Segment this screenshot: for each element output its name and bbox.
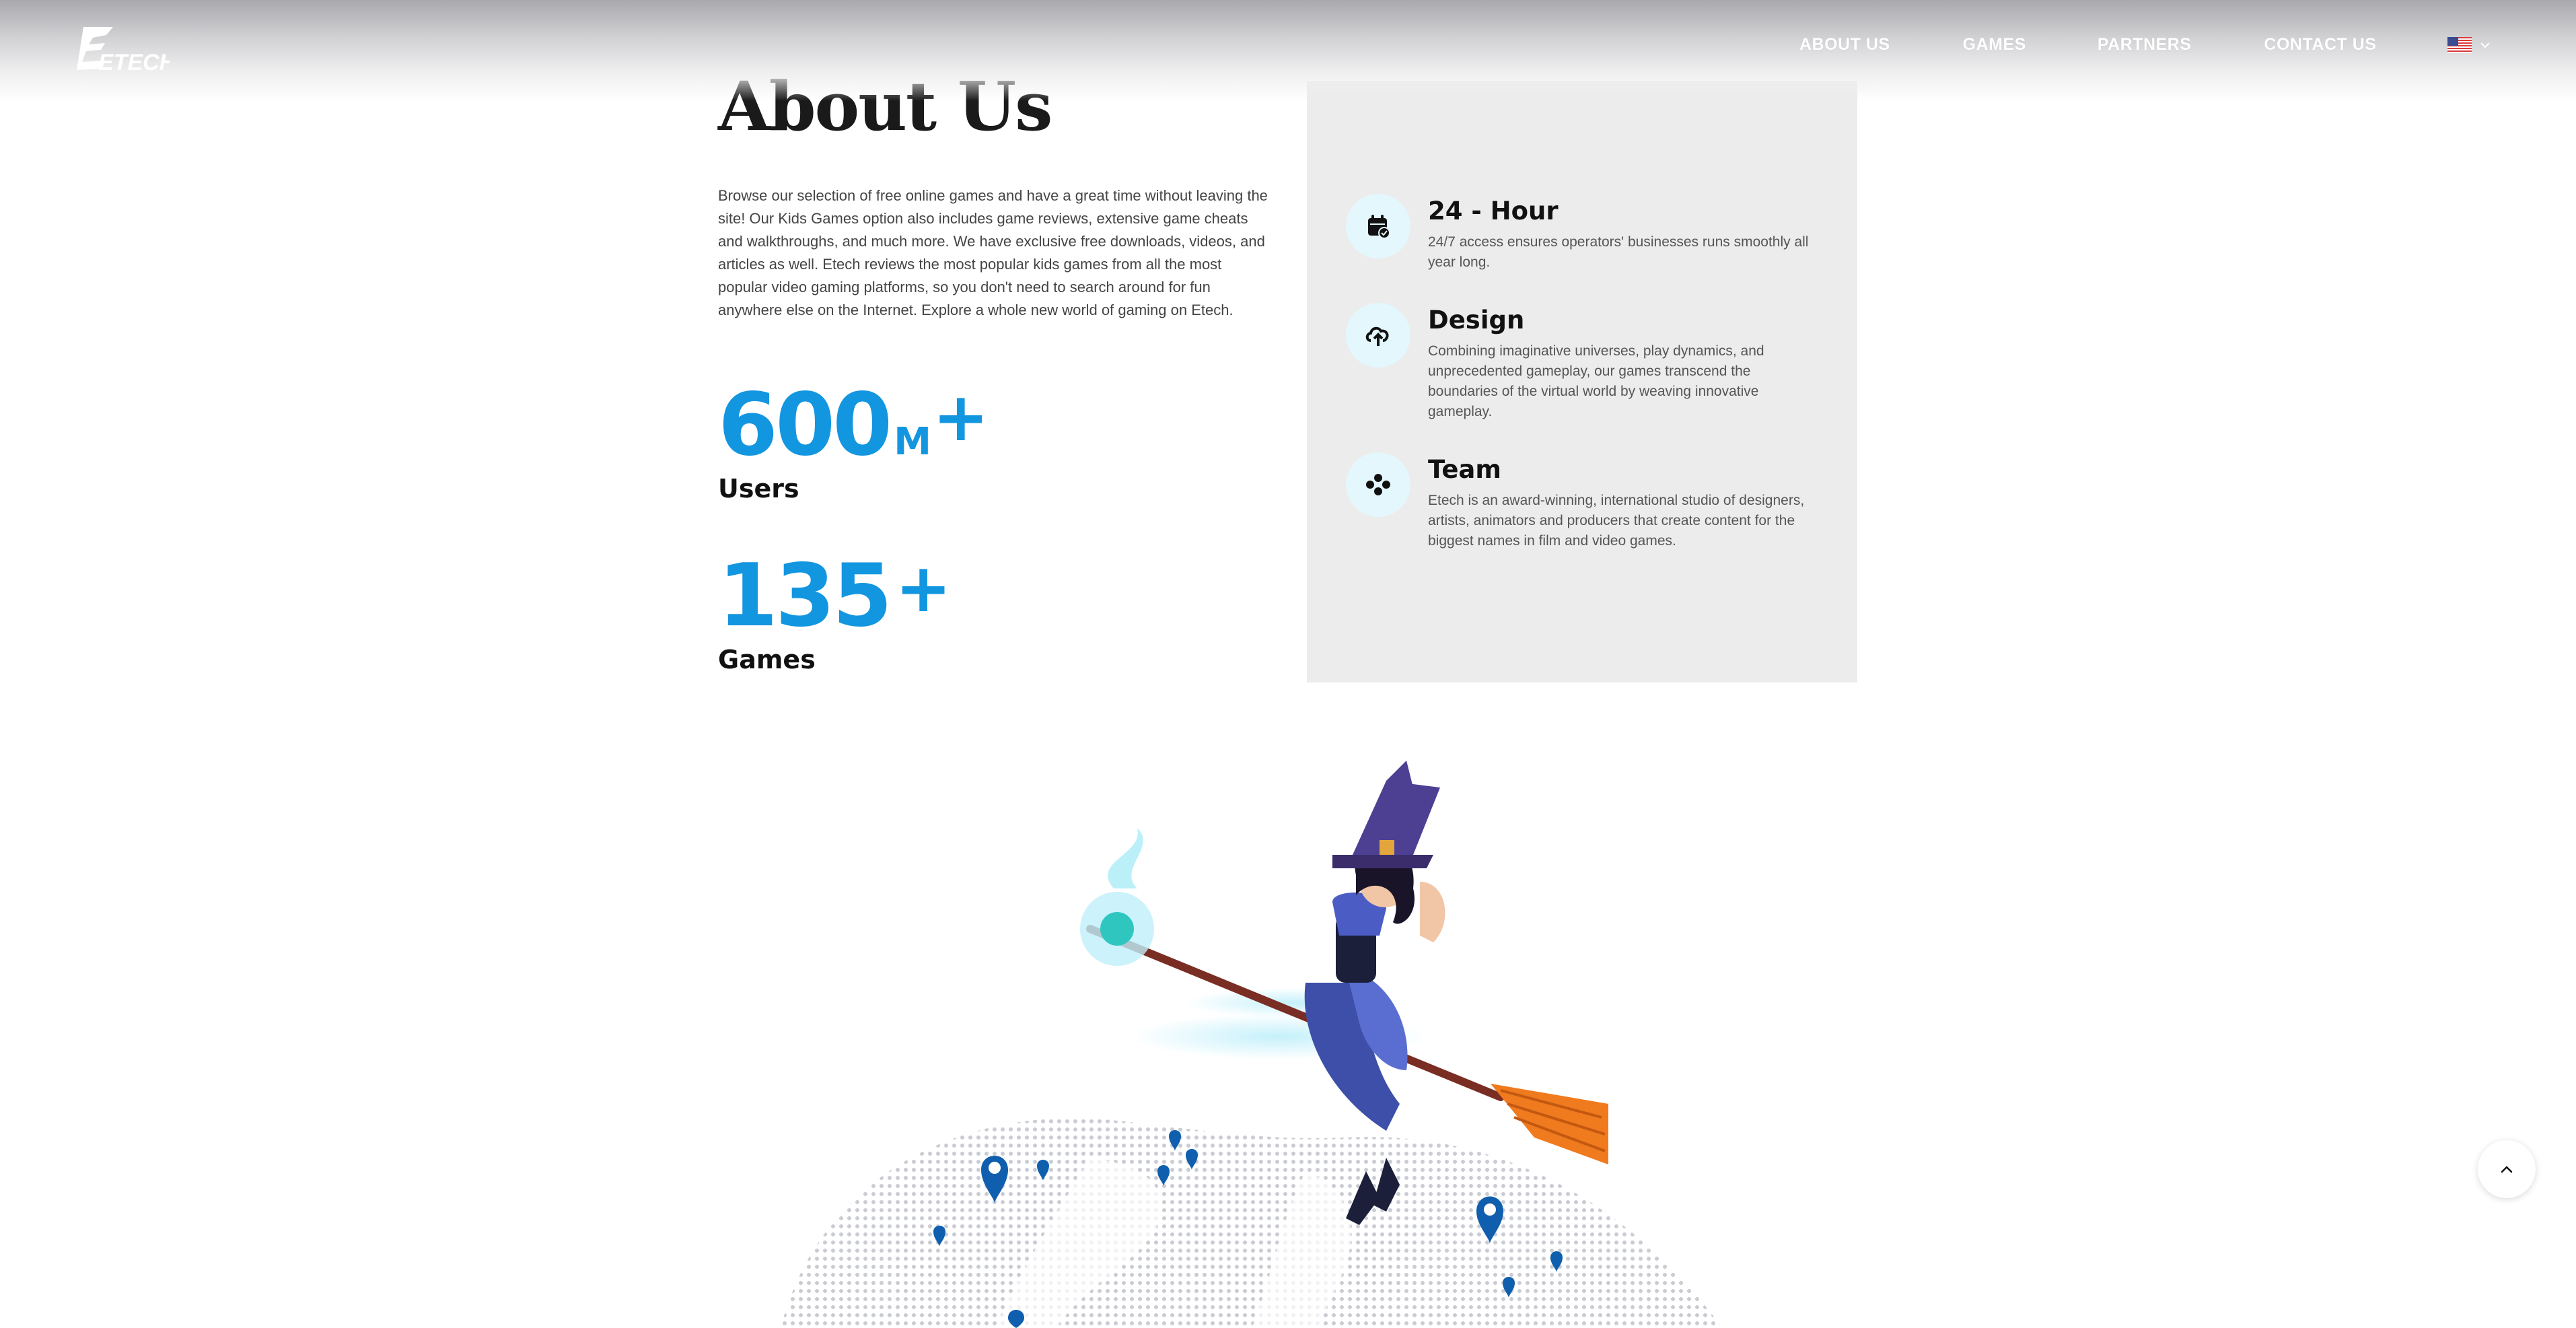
about-description: Browse our selection of free online game…	[718, 187, 1268, 318]
nav-partners[interactable]: PARTNERS	[2098, 35, 2192, 55]
feature-body: 24 - Hour 24/7 access ensures operators'…	[1428, 197, 1818, 273]
language-selector[interactable]	[2447, 36, 2492, 53]
nav-games[interactable]: GAMES	[1963, 35, 2026, 55]
site-header: ETECH ABOUT US GAMES PARTNERS CONTACT US	[0, 0, 2576, 101]
feature-title: Team	[1428, 455, 1501, 484]
witch-globe-illustration	[781, 761, 1723, 1328]
feature-body: Team Etech is an award-winning, internat…	[1428, 455, 1818, 551]
stat-plus: +	[932, 378, 989, 456]
stat-unit: M	[894, 420, 931, 464]
cloud-upload-icon	[1346, 303, 1410, 368]
logo-text: ETECH	[98, 50, 170, 75]
chevron-up-icon	[2501, 1166, 2513, 1173]
page: ETECH ABOUT US GAMES PARTNERS CONTACT US	[0, 0, 2576, 1328]
chevron-down-icon	[2480, 42, 2491, 48]
stat-label: Games	[718, 645, 816, 674]
about-section: About Us Browse our selection of free on…	[718, 73, 1270, 674]
features-panel: 24 - Hour 24/7 access ensures operators'…	[1307, 81, 1857, 683]
scroll-to-top-button[interactable]	[2478, 1140, 2536, 1198]
stat-number: 135 +	[718, 553, 1270, 639]
stat-label: Users	[718, 474, 799, 503]
feature-text: Combining imaginative universes, play dy…	[1428, 343, 1764, 419]
nav-contact-us[interactable]: CONTACT US	[2264, 35, 2376, 55]
stat-number: 600 M +	[718, 382, 1270, 468]
main-nav: ABOUT US GAMES PARTNERS CONTACT US	[1799, 35, 2492, 55]
etech-logo[interactable]: ETECH	[75, 23, 170, 77]
calendar-check-icon	[1346, 194, 1410, 258]
nav-about-us[interactable]: ABOUT US	[1799, 35, 1890, 55]
feature-text: Etech is an award-winning, international…	[1428, 493, 1805, 549]
stat-games: 135 + Games	[718, 553, 1270, 675]
us-flag-icon	[2447, 36, 2472, 53]
stat-users: 600 M + Users	[718, 382, 1270, 504]
team-icon	[1346, 452, 1410, 517]
feature-title: 24 - Hour	[1428, 197, 1559, 225]
feature-text: 24/7 access ensures operators' businesse…	[1428, 234, 1809, 270]
stat-plus: +	[895, 549, 952, 627]
stat-value: 600	[718, 375, 892, 475]
stat-value: 135	[718, 546, 892, 646]
feature-title: Design	[1428, 306, 1525, 335]
feature-body: Design Combining imaginative universes, …	[1428, 306, 1818, 422]
